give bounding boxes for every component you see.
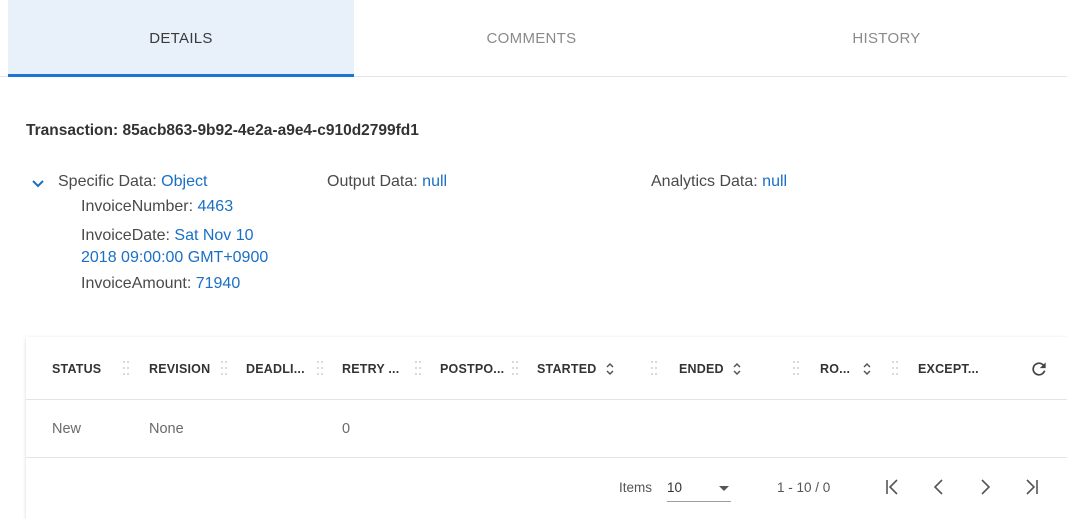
- column-label: RO...: [820, 361, 851, 376]
- specific-data-key: Specific Data:: [58, 173, 157, 190]
- analytics-data-value: null: [762, 173, 788, 190]
- analytics-data: Analytics Data: null: [651, 173, 787, 191]
- caret-down-icon: [719, 486, 729, 491]
- column-label: POSTPO...: [440, 361, 505, 376]
- sort-icon[interactable]: [605, 362, 615, 376]
- items-per-page-value: 10: [667, 480, 683, 495]
- column-label: RETRY ...: [342, 361, 400, 376]
- page-range: 1 - 10 / 0: [777, 480, 831, 495]
- column-label: DEADLI...: [246, 361, 305, 376]
- invoice-date-row: InvoiceDate: Sat Nov 10 2018 09:00:00 GM…: [81, 225, 268, 269]
- items-per-page-select[interactable]: 10: [667, 474, 731, 502]
- next-page-icon[interactable]: [970, 472, 1000, 502]
- column-label: STARTED: [537, 361, 597, 376]
- tab-history[interactable]: HISTORY: [709, 0, 1064, 76]
- column-resize-handle[interactable]: [512, 359, 518, 377]
- sort-icon[interactable]: [862, 362, 872, 376]
- column-resize-handle[interactable]: [793, 359, 799, 377]
- output-data-key: Output Data:: [327, 173, 418, 190]
- cell-revision: None: [149, 421, 184, 437]
- column-resize-handle[interactable]: [415, 359, 421, 377]
- column-header-ended[interactable]: ENDED: [679, 337, 742, 400]
- invoice-number-key: InvoiceNumber:: [81, 198, 194, 215]
- invoice-amount-key: InvoiceAmount:: [81, 275, 192, 292]
- column-header-revision[interactable]: REVISION: [149, 337, 210, 400]
- column-header-retry[interactable]: RETRY ...: [342, 337, 399, 400]
- column-header-status[interactable]: STATUS: [52, 337, 101, 400]
- column-header-postponed[interactable]: POSTPO...: [440, 337, 504, 400]
- invoice-number-value: 4463: [197, 198, 234, 215]
- output-data-value: null: [422, 173, 448, 190]
- last-page-icon[interactable]: [1016, 472, 1046, 502]
- cell-status: New: [52, 421, 82, 437]
- invoice-date-value-line1: Sat Nov 10: [174, 227, 254, 244]
- column-header-started[interactable]: STARTED: [537, 337, 615, 400]
- cell-retry: 0: [342, 421, 351, 437]
- table-row[interactable]: New None 0: [26, 400, 1067, 458]
- tab-bar: DETAILS COMMENTS HISTORY: [0, 0, 1067, 77]
- column-resize-handle[interactable]: [892, 359, 898, 377]
- column-header-exception[interactable]: EXCEPT...: [918, 337, 979, 400]
- invoice-number-row: InvoiceNumber: 4463: [81, 196, 233, 218]
- invoice-amount-value: 71940: [195, 275, 241, 292]
- column-resize-handle[interactable]: [123, 359, 129, 377]
- invoice-amount-row: InvoiceAmount: 71940: [81, 273, 240, 295]
- prev-page-icon[interactable]: [924, 472, 954, 502]
- paginator: Items 10 1 - 10 / 0: [26, 458, 1067, 519]
- column-resize-handle[interactable]: [651, 359, 657, 377]
- column-resize-handle[interactable]: [221, 359, 227, 377]
- specific-data-value[interactable]: Object: [161, 173, 207, 190]
- column-header-ro[interactable]: RO...: [820, 337, 872, 400]
- transaction-table: STATUS REVISION DEADLI... RETRY ... POST…: [26, 337, 1067, 519]
- tab-details[interactable]: DETAILS: [8, 0, 354, 77]
- invoice-date-key: InvoiceDate:: [81, 227, 170, 244]
- chevron-down-icon[interactable]: [30, 176, 46, 192]
- column-label: EXCEPT...: [918, 361, 979, 376]
- sort-icon[interactable]: [732, 362, 742, 376]
- specific-data: Specific Data: Object: [58, 173, 207, 191]
- column-label: STATUS: [52, 361, 102, 376]
- invoice-date-value-line2: 2018 09:00:00 GMT+0900: [81, 249, 269, 266]
- column-header-deadline[interactable]: DEADLI...: [246, 337, 305, 400]
- output-data: Output Data: null: [327, 173, 447, 191]
- first-page-icon[interactable]: [878, 472, 908, 502]
- table-header: STATUS REVISION DEADLI... RETRY ... POST…: [26, 337, 1067, 400]
- tab-comments[interactable]: COMMENTS: [354, 0, 709, 76]
- column-resize-handle[interactable]: [317, 359, 323, 377]
- refresh-icon[interactable]: [1029, 359, 1049, 379]
- transaction-title: Transaction: 85acb863-9b92-4e2a-a9e4-c91…: [26, 122, 419, 139]
- column-label: REVISION: [149, 361, 211, 376]
- items-per-page-label: Items: [619, 480, 653, 495]
- column-label: ENDED: [679, 361, 724, 376]
- analytics-data-key: Analytics Data:: [651, 173, 758, 190]
